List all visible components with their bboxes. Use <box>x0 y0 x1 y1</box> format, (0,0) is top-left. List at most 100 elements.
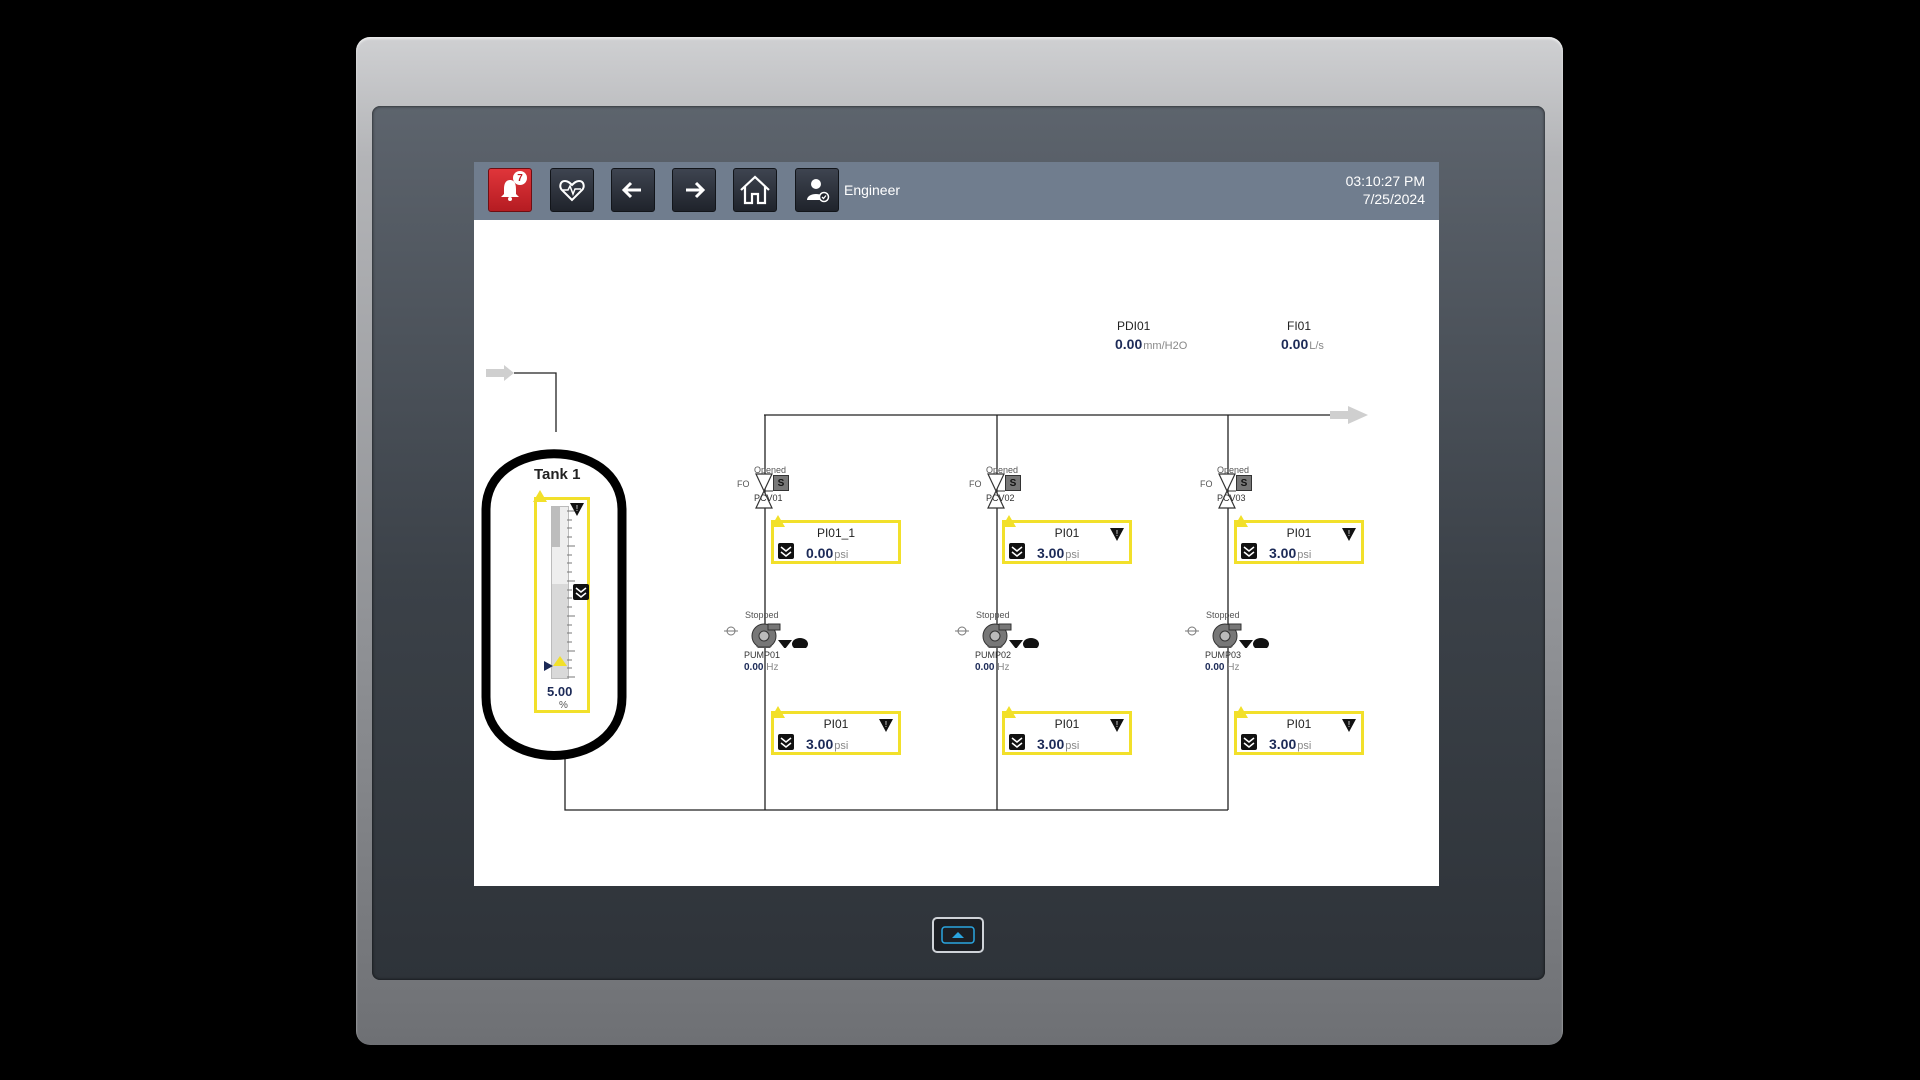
chevron-down-icon[interactable] <box>1009 543 1025 559</box>
pump-tag: PUMP01 <box>744 650 781 660</box>
valve-pcv01[interactable]: Opened FO S PCV01 <box>737 463 817 509</box>
valve-fail-mode: FO <box>737 479 750 489</box>
valve-tag: PCV02 <box>986 493 1015 503</box>
pi-reading: 0.00psi <box>806 545 848 561</box>
forward-button[interactable] <box>672 168 716 212</box>
valve-tag: PCV01 <box>754 493 783 503</box>
alarm-count-badge: 7 <box>513 171 527 185</box>
valve-icon <box>755 473 773 509</box>
eject-icon <box>941 926 975 944</box>
pressure-indicator-upper-2[interactable]: PI01 3.00psi ! <box>1002 515 1132 564</box>
solenoid-label: S <box>777 477 785 489</box>
user-icon <box>807 179 830 203</box>
home-button[interactable] <box>733 168 777 212</box>
fi-value: 0.00 <box>1281 336 1309 352</box>
chevron-down-icon[interactable] <box>573 584 589 600</box>
svg-text:!: ! <box>1116 529 1118 538</box>
pi-value: 3.00 <box>806 736 834 752</box>
warning-icon: ! <box>879 719 893 732</box>
pdi-unit: mm/H2O <box>1143 340 1188 352</box>
current-user-label: Engineer <box>844 182 901 198</box>
svg-text:!: ! <box>576 504 578 513</box>
pump-tag: PUMP02 <box>975 650 1012 660</box>
pump-pump02[interactable]: Stopped PUMP02 0.00 Hz <box>955 610 1055 674</box>
pump-unit: Hz <box>997 662 1010 673</box>
solenoid-label: S <box>1240 477 1248 489</box>
tank-level-value: 5.00 <box>547 684 573 699</box>
hmi-screen: 7 Engineer 03:10:27 PM 7/25/2024 Tank 1 … <box>474 162 1439 886</box>
valve-icon <box>987 473 1005 509</box>
alarm-indicator-icon <box>533 490 547 502</box>
pump-icon <box>955 623 1039 648</box>
pi-reading: 3.00psi <box>1269 736 1311 752</box>
pump-pump01[interactable]: Stopped PUMP01 0.00 Hz <box>724 610 824 674</box>
solenoid-label: S <box>1009 477 1017 489</box>
alarm-indicator-icon <box>1234 706 1248 718</box>
top-navigation-bar: 7 Engineer 03:10:27 PM 7/25/2024 <box>474 162 1439 220</box>
pump-unit: Hz <box>766 662 779 673</box>
pressure-indicator-upper-1[interactable]: PI01_1 0.00psi <box>771 515 901 564</box>
pi-reading: 3.00psi <box>1037 736 1079 752</box>
pump-reading: 0.00 Hz <box>1205 662 1239 673</box>
back-button[interactable] <box>611 168 655 212</box>
pressure-indicator-lower-3[interactable]: PI01 3.00psi ! <box>1234 706 1364 755</box>
pi-reading: 3.00psi <box>1269 545 1311 561</box>
pdi-reading[interactable]: 0.00mm/H2O <box>1115 336 1187 352</box>
clock-time: 03:10:27 PM <box>1345 173 1425 189</box>
svg-text:!: ! <box>1348 720 1350 729</box>
warning-icon: ! <box>1342 528 1356 541</box>
valve-fail-mode: FO <box>1200 479 1213 489</box>
pi-unit: psi <box>834 549 849 561</box>
pi-value: 3.00 <box>1269 545 1297 561</box>
fi-reading[interactable]: 0.00L/s <box>1281 336 1324 352</box>
solenoid-indicator: S <box>1005 475 1021 491</box>
process-graphic: Tank 1 ! 5.00 % PDI01 0.00mm/H2O FI01 0.… <box>474 220 1439 886</box>
pressure-indicator-lower-1[interactable]: PI01 3.00psi ! <box>771 706 901 755</box>
valve-pcv03[interactable]: Opened FO S PCV03 <box>1200 463 1280 509</box>
pi-value: 0.00 <box>806 545 834 561</box>
alarm-indicator-icon <box>1234 515 1248 527</box>
pump-value: 0.00 <box>744 662 764 673</box>
pressure-indicator-lower-2[interactable]: PI01 3.00psi ! <box>1002 706 1132 755</box>
pi-reading: 3.00psi <box>806 736 848 752</box>
pi-unit: psi <box>1065 549 1080 561</box>
chevron-down-icon[interactable] <box>1241 734 1257 750</box>
alarm-button[interactable]: 7 <box>488 168 532 212</box>
pressure-indicator-upper-3[interactable]: PI01 3.00psi ! <box>1234 515 1364 564</box>
pi-unit: psi <box>1297 740 1312 752</box>
pump-value: 0.00 <box>975 662 995 673</box>
pi-tag: PI01_1 <box>816 526 856 540</box>
valve-pcv02[interactable]: Opened FO S PCV02 <box>969 463 1049 509</box>
pump-pump03[interactable]: Stopped PUMP03 0.00 Hz <box>1185 610 1285 674</box>
pdi-value: 0.00 <box>1115 336 1143 352</box>
tank-label: Tank 1 <box>534 466 581 483</box>
diagnostics-button[interactable] <box>550 168 594 212</box>
tank-level-gauge[interactable]: ! 5.00 % <box>533 490 590 713</box>
warning-icon: ! <box>1110 528 1124 541</box>
fi-unit: L/s <box>1309 340 1324 352</box>
pdi-tag: PDI01 <box>1117 319 1151 333</box>
alarm-indicator-icon <box>1002 515 1016 527</box>
chevron-down-icon[interactable] <box>778 543 794 559</box>
pump-icon <box>1185 623 1269 648</box>
pi-value: 3.00 <box>1037 736 1065 752</box>
valve-tag: PCV03 <box>1217 493 1246 503</box>
pi-unit: psi <box>1297 549 1312 561</box>
alarm-indicator-icon <box>1002 706 1016 718</box>
chevron-down-icon[interactable] <box>1241 543 1257 559</box>
pump-state: Stopped <box>745 610 779 620</box>
valve-fail-mode: FO <box>969 479 982 489</box>
chevron-down-icon[interactable] <box>778 734 794 750</box>
chevron-down-icon[interactable] <box>1009 734 1025 750</box>
svg-text:!: ! <box>885 720 887 729</box>
warning-icon: ! <box>1110 719 1124 732</box>
solenoid-indicator: S <box>1236 475 1252 491</box>
solenoid-indicator: S <box>773 475 789 491</box>
device-menu-button[interactable] <box>932 917 984 953</box>
alarm-indicator-icon <box>771 706 785 718</box>
pump-icon <box>724 623 808 648</box>
fi-tag: FI01 <box>1287 319 1312 333</box>
user-button[interactable] <box>795 168 839 212</box>
pi-unit: psi <box>1065 740 1080 752</box>
pump-state: Stopped <box>976 610 1010 620</box>
